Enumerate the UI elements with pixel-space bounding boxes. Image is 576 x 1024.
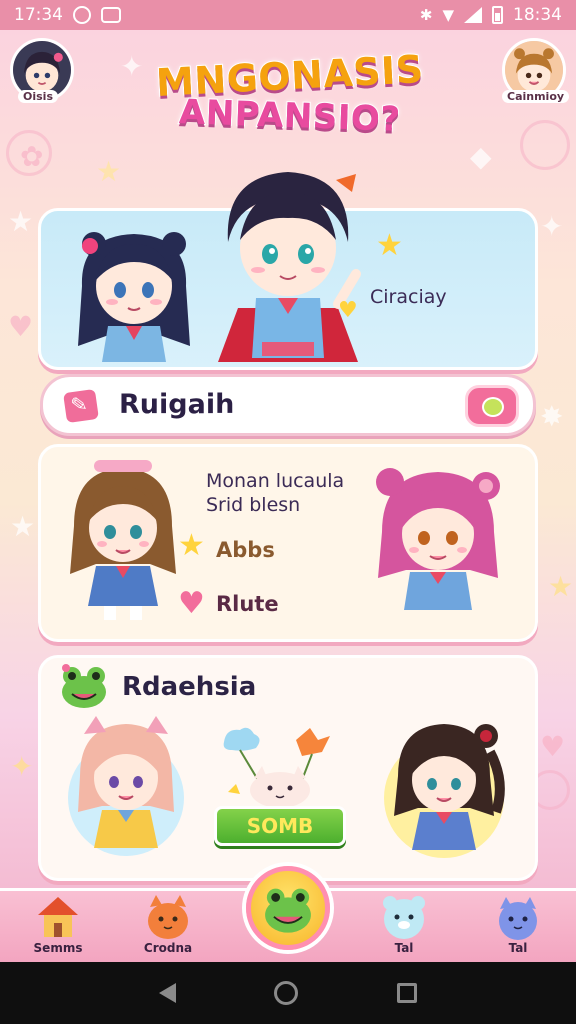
- heart-icon: ♥: [178, 586, 205, 621]
- home-icon[interactable]: [274, 981, 299, 1005]
- status-bar: 17:34 ✱ ▼ 18:34: [0, 0, 576, 30]
- battery-icon: [492, 6, 503, 24]
- nav-label-bear: Tal: [394, 941, 414, 955]
- chibi-girl-pink-hair: [372, 462, 504, 626]
- events-card-label: Rdaehsia: [122, 672, 257, 702]
- cat-blue-icon: [499, 897, 537, 940]
- star-icon: ✦: [10, 750, 34, 783]
- decor-ring: [520, 120, 570, 170]
- chibi-girl-navy-hair: [62, 216, 206, 366]
- action-row[interactable]: Ruigaih: [40, 374, 536, 436]
- house-icon: [38, 897, 78, 937]
- nav-item-cat[interactable]: Tal: [478, 891, 558, 965]
- sparkle-icon: ◆: [470, 140, 492, 173]
- bear-icon: [383, 896, 425, 939]
- sparkle-icon: ✸: [540, 400, 564, 433]
- character-stat-1: Abbs: [216, 538, 275, 562]
- heart-icon: ♥: [8, 310, 34, 343]
- notification-icon: [73, 6, 91, 24]
- frog-icon: [60, 664, 108, 710]
- status-time-left: 17:34: [14, 5, 63, 25]
- start-button[interactable]: SOMB: [214, 806, 346, 846]
- star-icon: ★: [10, 510, 36, 543]
- chibi-girl-dark-hair: [382, 712, 506, 862]
- app-notification-icon: [101, 7, 121, 23]
- system-navigation-bar: [0, 962, 576, 1024]
- frog-icon: [265, 888, 311, 933]
- nav-center-play-button[interactable]: [246, 866, 330, 950]
- character-text-line2: Srid blesn: [206, 494, 301, 516]
- nav-label-pets: Crodna: [143, 941, 193, 955]
- sparkle-icon: ✦: [540, 210, 564, 243]
- wifi-icon: ▼: [442, 6, 454, 24]
- title-line-2: ANPANSIO?: [178, 91, 403, 141]
- nav-item-bear[interactable]: Tal: [364, 891, 444, 965]
- bluetooth-icon: ✱: [419, 6, 433, 24]
- featured-caption: Ciraciay: [370, 286, 447, 308]
- chibi-girl-brown-hair: [64, 456, 182, 624]
- sparkle-icon: ✦: [120, 50, 144, 83]
- signal-icon: [464, 7, 482, 23]
- decor-ring: [6, 130, 52, 176]
- nav-item-home[interactable]: Semms: [18, 891, 98, 965]
- edit-icon: [63, 388, 99, 424]
- cat-icon: [148, 895, 188, 939]
- character-stat-2: Rlute: [216, 592, 279, 616]
- star-icon: ★: [96, 155, 122, 188]
- cat-with-balloons: [218, 722, 342, 808]
- heart-icon: ♥: [540, 730, 566, 763]
- nav-label-cat: Tal: [508, 941, 528, 955]
- star-icon: ★: [548, 570, 574, 603]
- status-time-right: 18:34: [513, 5, 562, 25]
- recents-icon[interactable]: [396, 983, 417, 1003]
- app-title-logo: MNGONASIS ANPANSIO?: [148, 46, 432, 164]
- nav-item-pets[interactable]: Crodna: [128, 891, 208, 965]
- star-icon: ★: [178, 528, 205, 563]
- star-icon: ★: [376, 228, 403, 263]
- chibi-girl-blonde-hair: [66, 712, 186, 862]
- chibi-boy-hero: [208, 158, 368, 370]
- star-icon: ★: [8, 205, 34, 238]
- avatar-right-label: Cainmioy: [502, 90, 570, 103]
- avatar-left-label: Oisis: [18, 90, 58, 103]
- action-go-button[interactable]: [465, 385, 519, 427]
- heart-icon: ♥: [338, 298, 358, 323]
- back-icon[interactable]: [159, 983, 177, 1003]
- character-text-line1: Monan lucaula: [206, 470, 345, 492]
- action-row-label: Ruigaih: [119, 389, 235, 420]
- nav-label-home: Semms: [33, 941, 83, 955]
